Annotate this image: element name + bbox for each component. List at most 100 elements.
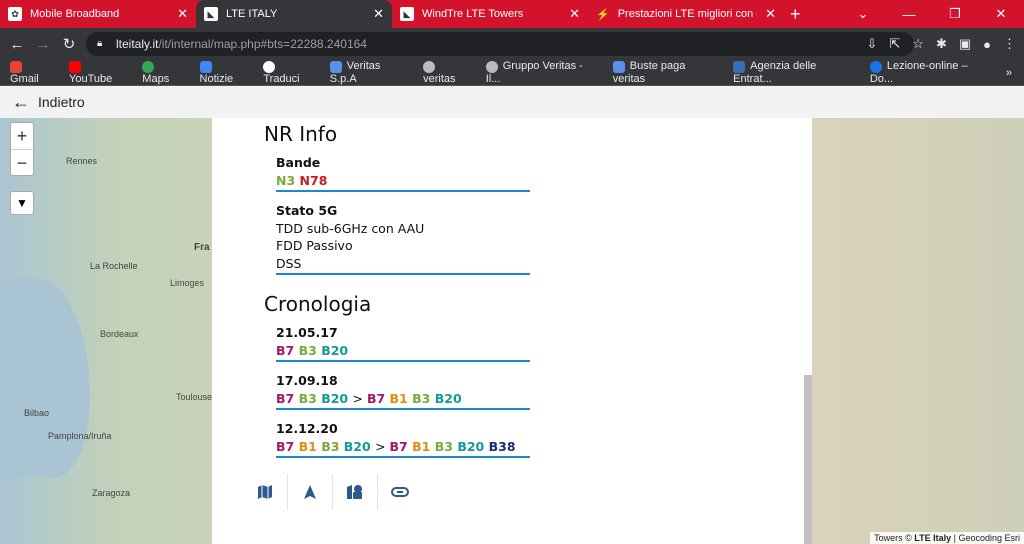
link-button[interactable] <box>377 474 422 510</box>
history-bands: B7 B3 B20 > B7 B1 B3 B20 <box>276 390 530 408</box>
map-label: Pamplona/Iruña <box>48 431 112 441</box>
stato-item: TDD sub-6GHz con AAU <box>276 220 425 236</box>
map-icon <box>257 485 272 499</box>
stato-5g-block: Stato 5G TDD sub-6GHz con AAU FDD Passiv… <box>276 202 530 275</box>
tab-windtre[interactable]: ◣ WindTre LTE Towers ✕ <box>392 0 588 28</box>
zoom-out-button[interactable]: − <box>11 149 33 175</box>
close-window-button[interactable]: ✕ <box>978 6 1024 22</box>
history-bands: B7 B3 B20 <box>276 342 530 360</box>
band-list: N3 N78 <box>276 172 530 190</box>
star-icon[interactable]: ☆ <box>912 36 924 52</box>
bolt-icon: ⚡ <box>596 8 610 21</box>
band-b7: B7 <box>366 390 386 406</box>
bookmark-gruppo-veritas[interactable]: Gruppo Veritas - Il... <box>485 60 599 85</box>
map-label: Zaragoza <box>92 488 131 498</box>
history-date: 21.05.17 <box>276 325 338 340</box>
map-label: Bordeaux <box>100 329 139 339</box>
transition-arrow: > <box>375 438 390 454</box>
band-b7: B7 <box>276 390 295 406</box>
close-icon[interactable]: ✕ <box>373 6 384 22</box>
bookmarks-bar: Gmail YouTube Maps Notizie Traduci Verit… <box>0 60 1024 86</box>
close-icon[interactable]: ✕ <box>177 6 188 22</box>
back-arrow-icon: ← <box>12 91 30 112</box>
navigate-button[interactable] <box>287 474 332 510</box>
band-b3: B3 <box>298 390 317 406</box>
stato-item: DSS <box>276 255 302 271</box>
new-tab-button[interactable]: + <box>790 0 801 28</box>
tab-lte-italy[interactable]: ◣ LTE ITALY ✕ <box>196 0 392 28</box>
back-button[interactable]: ← Indietro <box>12 92 85 113</box>
more-bookmarks-icon[interactable]: » <box>1006 67 1012 79</box>
restore-button[interactable]: ❐ <box>932 6 978 22</box>
map-button[interactable] <box>242 474 287 510</box>
bookmark-maps[interactable]: Maps <box>142 60 185 85</box>
bookmark-gmail[interactable]: Gmail <box>10 60 55 85</box>
history-entry: 12.12.20 B7 B1 B3 B20 > B7 B1 B3 B20 B38 <box>276 420 530 458</box>
scrollbar[interactable] <box>804 375 812 544</box>
transition-arrow: > <box>352 390 367 406</box>
lte-italy-link[interactable]: LTE Italy <box>914 533 951 543</box>
extensions-icon[interactable]: ✱ <box>936 36 947 52</box>
app-bar: ← Indietro <box>0 86 1024 118</box>
huawei-icon: ✿ <box>8 7 22 21</box>
band-b3: B3 <box>412 390 431 406</box>
history-entry: 21.05.17 B7 B3 B20 <box>276 324 530 362</box>
history-entry: 17.09.18 B7 B3 B20 > B7 B1 B3 B20 <box>276 372 530 410</box>
band-b7: B7 <box>276 342 295 358</box>
flashlight-icon: ▼ <box>16 196 28 210</box>
bookmark-lezione-online[interactable]: Lezione-online – Do... <box>869 60 992 85</box>
close-icon[interactable]: ✕ <box>569 6 580 22</box>
sidebar-icon[interactable]: ▣ <box>959 36 971 52</box>
action-bar <box>242 474 422 510</box>
band-b20: B20 <box>434 390 462 406</box>
rss-icon: ◣ <box>204 7 218 21</box>
map-label: Limoges <box>170 278 205 288</box>
flashlight-button[interactable]: ▼ <box>10 191 34 215</box>
bookmark-buste-paga[interactable]: Buste paga veritas <box>612 60 719 85</box>
band-b3: B3 <box>298 342 317 358</box>
tower-info-panel: NR Info Bande N3 N78 Stato 5G TDD sub-6G… <box>212 118 812 544</box>
back-arrow-icon[interactable]: ← <box>4 36 30 53</box>
band-b7: B7 <box>389 438 408 454</box>
close-icon[interactable]: ✕ <box>765 6 776 22</box>
tab-strip: ✿ Mobile Broadband ✕ ◣ LTE ITALY ✕ ◣ WindTre … <box>0 0 1024 28</box>
bookmark-veritas[interactable]: veritas <box>423 60 472 85</box>
chevron-down-icon[interactable]: ⌄ <box>840 6 886 22</box>
map-marker-icon <box>347 485 362 499</box>
bookmark-notizie[interactable]: Notizie <box>199 60 250 85</box>
bookmark-traduci[interactable]: Traduci <box>263 60 315 85</box>
map-label: Bilbao <box>24 408 50 418</box>
sea-area <box>0 278 90 478</box>
lock-icon: 🔒︎ <box>97 38 103 49</box>
menu-icon[interactable]: ⋮ <box>1003 36 1016 52</box>
bookmark-agenzia-entrate[interactable]: Agenzia delle Entrat... <box>733 60 856 85</box>
history-date: 12.12.20 <box>276 421 338 436</box>
bookmark-youtube[interactable]: YouTube <box>69 60 128 85</box>
street-view-button[interactable] <box>332 474 377 510</box>
band-b20: B20 <box>321 390 349 406</box>
install-icon[interactable]: ⇩ <box>866 36 877 52</box>
map-label: Rennes <box>66 156 98 166</box>
minimize-button[interactable]: — <box>886 7 932 22</box>
band-b3: B3 <box>321 438 340 454</box>
bookmark-veritas-spa[interactable]: Veritas S.p.A <box>329 60 409 85</box>
url-input[interactable]: 🔒︎ lteitaly.it/it/internal/map.php#bts=22… <box>86 32 914 56</box>
history-date: 17.09.18 <box>276 373 338 388</box>
band-b7: B7 <box>276 438 295 454</box>
bande-block: Bande N3 N78 <box>276 154 530 192</box>
band-n78: N78 <box>299 172 328 188</box>
map-label: Fra <box>194 242 210 253</box>
band-b1: B1 <box>412 438 431 454</box>
zoom-control: + − <box>10 122 34 176</box>
map-attribution: Towers © LTE Italy | Geocoding Esri <box>870 532 1024 544</box>
band-n3: N3 <box>276 172 296 188</box>
profile-icon[interactable]: ● <box>983 37 991 52</box>
tab-prestazioni[interactable]: ⚡Prestazioni LTE migliori con cavo✕ <box>588 0 784 28</box>
forward-arrow-icon[interactable]: → <box>30 36 56 53</box>
band-b20: B20 <box>457 438 485 454</box>
reload-icon[interactable]: ↻ <box>56 35 82 53</box>
link-icon <box>391 487 409 497</box>
zoom-in-button[interactable]: + <box>11 123 33 149</box>
tab-mobile-broadband[interactable]: ✿ Mobile Broadband ✕ <box>0 0 196 28</box>
share-icon[interactable]: ⇱ <box>889 36 900 52</box>
